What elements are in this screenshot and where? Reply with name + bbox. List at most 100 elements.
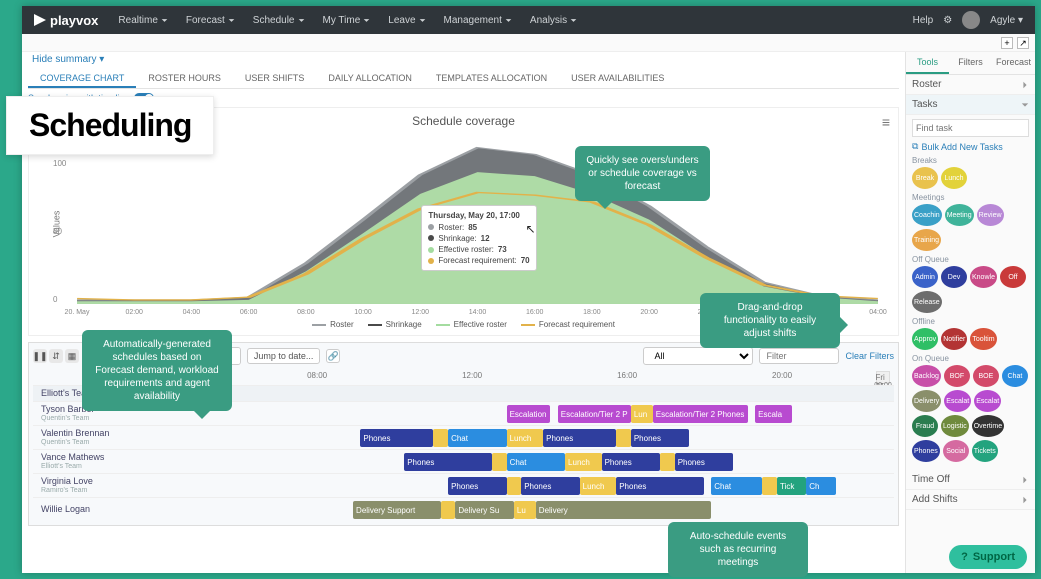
nav-schedule[interactable]: Schedule bbox=[245, 9, 313, 32]
sp-section-addshifts[interactable]: Add Shifts bbox=[906, 490, 1035, 510]
shift-segment[interactable]: Lu bbox=[514, 501, 536, 519]
shift-segment[interactable]: Ch bbox=[806, 477, 835, 495]
shift-segment[interactable]: Delivery Support bbox=[353, 501, 441, 519]
task-chip[interactable]: Coachin bbox=[912, 204, 942, 226]
shift-segment[interactable]: Lun bbox=[631, 405, 653, 423]
shift-segment[interactable]: Escalation bbox=[507, 405, 551, 423]
gantt-icon-1[interactable]: ❚❚ bbox=[33, 349, 47, 363]
sp-section-roster[interactable]: Roster bbox=[906, 75, 1035, 95]
gantt-icon-2[interactable]: ⇵ bbox=[49, 349, 63, 363]
tab-daily-allocation[interactable]: DAILY ALLOCATION bbox=[316, 67, 424, 88]
legend-item[interactable]: Shrinkage bbox=[368, 320, 422, 329]
task-chip[interactable]: Overtime bbox=[972, 415, 1004, 437]
shift-segment[interactable] bbox=[762, 477, 777, 495]
nav-leave[interactable]: Leave bbox=[380, 9, 433, 32]
filter-input[interactable] bbox=[759, 348, 839, 364]
shift-segment[interactable] bbox=[433, 429, 448, 447]
sp-tab-tools[interactable]: Tools bbox=[906, 52, 949, 74]
nav-my time[interactable]: My Time bbox=[315, 9, 379, 32]
shift-segment[interactable]: Delivery Su bbox=[455, 501, 513, 519]
task-chip[interactable]: Fraud bbox=[912, 415, 938, 437]
shift-segment[interactable] bbox=[616, 429, 631, 447]
shift-segment[interactable] bbox=[492, 453, 507, 471]
support-button[interactable]: ? Support bbox=[949, 545, 1027, 569]
tab-user-availabilities[interactable]: USER AVAILABILITIES bbox=[559, 67, 676, 88]
bulk-add-link[interactable]: ⧉ Bulk Add New Tasks bbox=[912, 141, 1029, 152]
shift-segment[interactable] bbox=[507, 477, 522, 495]
agent-label[interactable]: Willie Logan bbox=[33, 505, 163, 515]
shift-segment[interactable]: Phones bbox=[521, 477, 579, 495]
task-chip[interactable]: Off bbox=[1000, 266, 1026, 288]
task-chip[interactable]: Dev bbox=[941, 266, 967, 288]
collapse-button[interactable]: + bbox=[1001, 37, 1013, 49]
task-chip[interactable]: Knowle bbox=[970, 266, 997, 288]
shift-segment[interactable]: Phones bbox=[404, 453, 492, 471]
clear-filters-link[interactable]: Clear Filters bbox=[845, 351, 894, 361]
gantt-icon-3[interactable]: ▦ bbox=[65, 349, 79, 363]
sp-section-tasks[interactable]: Tasks bbox=[906, 95, 1035, 115]
shift-segment[interactable]: Chat bbox=[448, 429, 506, 447]
avatar[interactable] bbox=[962, 11, 980, 29]
shift-segment[interactable]: Lunch bbox=[565, 453, 602, 471]
task-chip[interactable]: Delivery bbox=[912, 390, 941, 412]
agent-label[interactable]: Vance MathewsElliott's Team bbox=[33, 453, 163, 471]
legend-item[interactable]: Effective roster bbox=[436, 320, 507, 329]
shift-segment[interactable]: Chat bbox=[711, 477, 762, 495]
shift-segment[interactable] bbox=[441, 501, 456, 519]
sp-section-timeoff[interactable]: Time Off bbox=[906, 470, 1035, 490]
task-chip[interactable]: Escalat bbox=[974, 390, 1001, 412]
agent-label[interactable]: Valentin BrennanQuentin's Team bbox=[33, 429, 163, 447]
task-chip[interactable]: Lunch bbox=[941, 167, 967, 189]
task-chip[interactable]: Admin bbox=[912, 266, 938, 288]
help-link[interactable]: Help bbox=[913, 15, 934, 26]
expand-button[interactable]: ↗ bbox=[1017, 37, 1029, 49]
gear-icon[interactable]: ⚙ bbox=[943, 15, 952, 26]
task-chip[interactable]: BOF bbox=[944, 365, 970, 387]
shift-segment[interactable]: Phones bbox=[631, 429, 689, 447]
task-chip[interactable]: Escalat bbox=[944, 390, 971, 412]
shift-segment[interactable]: Escalation/Tier 2 P bbox=[558, 405, 631, 423]
shift-segment[interactable]: Phones bbox=[360, 429, 433, 447]
hide-summary-link[interactable]: Hide summary ▾ bbox=[28, 52, 899, 67]
shift-segment[interactable]: Delivery bbox=[536, 501, 711, 519]
shift-segment[interactable]: Phones bbox=[616, 477, 704, 495]
user-menu[interactable]: Agyle ▾ bbox=[990, 15, 1023, 26]
task-chip[interactable]: Chat bbox=[1002, 365, 1028, 387]
task-chip[interactable]: Release bbox=[912, 291, 942, 313]
task-chip[interactable]: Break bbox=[912, 167, 938, 189]
task-chip[interactable]: Notifier bbox=[941, 328, 967, 350]
task-chip[interactable]: Meeting bbox=[945, 204, 974, 226]
task-chip[interactable]: Phones bbox=[912, 440, 940, 462]
chart-menu-icon[interactable]: ≡ bbox=[882, 114, 890, 130]
task-chip[interactable]: Tooltim bbox=[970, 328, 996, 350]
task-chip[interactable]: Approv bbox=[912, 328, 938, 350]
task-chip[interactable]: Tickets bbox=[972, 440, 998, 462]
task-chip[interactable]: BOE bbox=[973, 365, 999, 387]
task-chip[interactable]: Training bbox=[912, 229, 941, 251]
nav-realtime[interactable]: Realtime bbox=[110, 9, 175, 32]
tab-user-shifts[interactable]: USER SHIFTS bbox=[233, 67, 317, 88]
task-chip[interactable]: Logistic bbox=[941, 415, 969, 437]
shift-segment[interactable]: Phones bbox=[543, 429, 616, 447]
shift-segment[interactable]: Phones bbox=[448, 477, 506, 495]
shift-segment[interactable]: Tick bbox=[777, 477, 806, 495]
task-chip[interactable]: Review bbox=[977, 204, 1004, 226]
tab-roster-hours[interactable]: ROSTER HOURS bbox=[136, 67, 233, 88]
nav-analysis[interactable]: Analysis bbox=[522, 9, 585, 32]
filter-select[interactable]: All bbox=[643, 347, 753, 365]
sp-tab-filters[interactable]: Filters bbox=[949, 52, 992, 74]
sp-tab-forecast[interactable]: Forecast bbox=[992, 52, 1035, 74]
find-task-input[interactable] bbox=[912, 119, 1029, 137]
chart-area[interactable]: Values 0 50 100 20. May02:0004:0006:0008… bbox=[77, 134, 878, 304]
shift-segment[interactable]: Chat bbox=[507, 453, 565, 471]
tab-templates-allocation[interactable]: TEMPLATES ALLOCATION bbox=[424, 67, 559, 88]
shift-segment[interactable]: Lunch bbox=[580, 477, 617, 495]
shift-segment[interactable]: Phones bbox=[602, 453, 660, 471]
tab-coverage-chart[interactable]: COVERAGE CHART bbox=[28, 67, 136, 88]
shift-segment[interactable]: Escala bbox=[755, 405, 792, 423]
jump-to-date[interactable]: Jump to date... bbox=[247, 348, 321, 364]
shift-segment[interactable]: Escalation/Tier 2 Phones bbox=[653, 405, 748, 423]
nav-management[interactable]: Management bbox=[436, 9, 520, 32]
legend-item[interactable]: Forecast requirement bbox=[521, 320, 615, 329]
agent-label[interactable]: Virginia LoveRamiro's Team bbox=[33, 477, 163, 495]
